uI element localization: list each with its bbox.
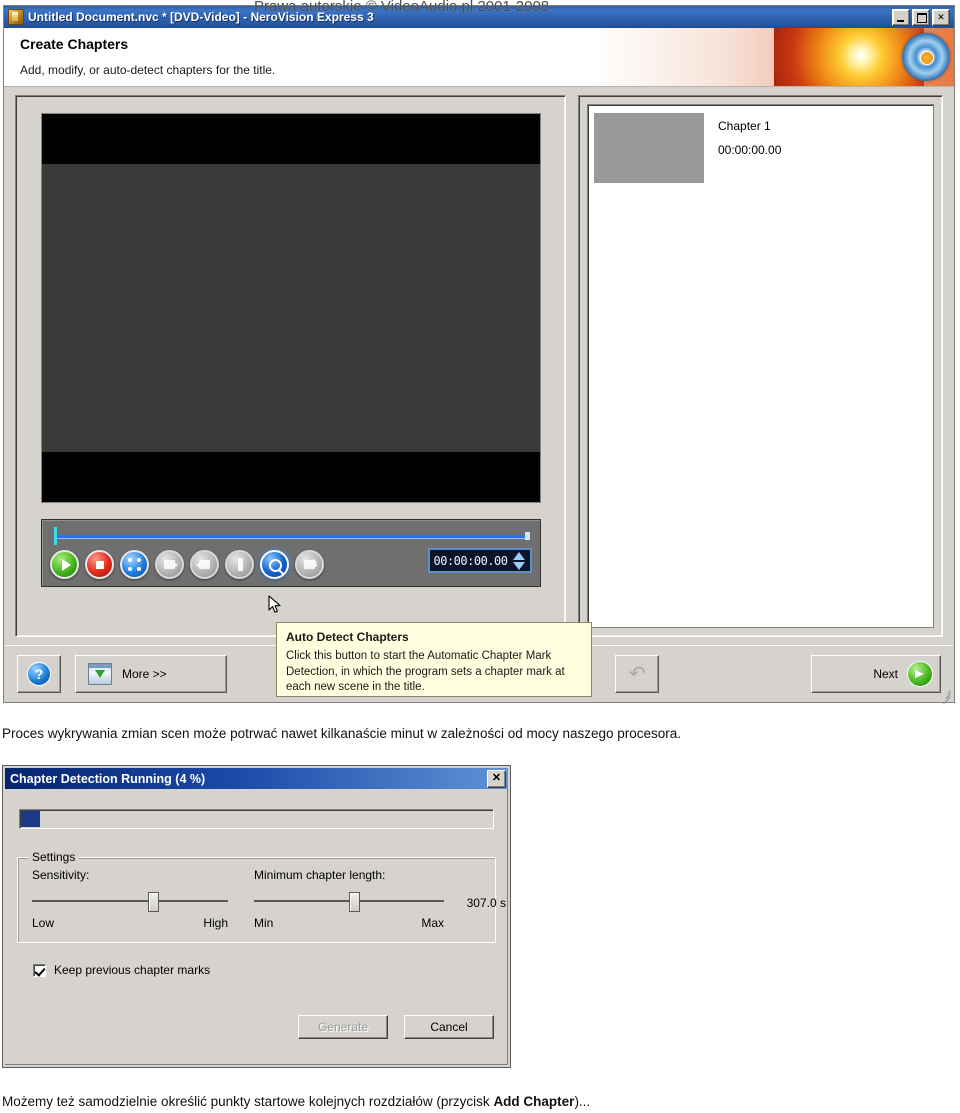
chapter-title: Chapter 1	[718, 119, 771, 133]
chapter-metadata: Chapter 1 00:00:00.00	[718, 113, 781, 157]
next-button[interactable]: Next	[811, 654, 941, 693]
sensitivity-range-labels: Low High	[32, 916, 228, 930]
timecode-value: 00:00:00.00	[433, 553, 508, 568]
sensitivity-label: Sensitivity:	[32, 868, 90, 882]
cancel-button[interactable]: Cancel	[404, 1015, 494, 1039]
timeline-track	[55, 535, 528, 538]
tooltip-title: Auto Detect Chapters	[286, 630, 409, 644]
timeline-end-marker	[524, 532, 530, 540]
letterbox-bottom	[41, 452, 540, 502]
previous-scene-button	[189, 550, 219, 579]
transport-controls-strip: + 00:00:00.00	[40, 519, 541, 587]
stop-button[interactable]	[84, 550, 114, 579]
arrow-right-icon	[908, 661, 932, 686]
set-chapter-mark-button	[224, 550, 254, 579]
sensitivity-min-label: Low	[32, 916, 55, 930]
help-button[interactable]: ?	[17, 654, 61, 693]
min-chapter-length-range-labels: Min Max	[254, 916, 444, 930]
redo-button: ↷	[615, 654, 659, 693]
sensitivity-thumb[interactable]	[147, 892, 159, 912]
application-icon	[8, 9, 24, 25]
chapter-list[interactable]: Chapter 1 00:00:00.00	[587, 104, 934, 628]
sensitivity-track	[32, 900, 228, 902]
min-chapter-length-max-label: Max	[421, 916, 444, 930]
progress-bar-fill	[21, 811, 40, 827]
dialog-body: Settings Sensitivity: Low High Minimum c…	[5, 789, 508, 1065]
generate-button: Generate	[298, 1015, 388, 1039]
add-chapter-button: +	[294, 550, 324, 579]
more-button[interactable]: More >>	[75, 654, 227, 693]
min-chapter-length-slider[interactable]: 307.0 s	[254, 892, 506, 912]
playhead-marker[interactable]	[53, 527, 57, 545]
timecode-spin-arrows-icon[interactable]	[512, 551, 526, 570]
sensitivity-slider[interactable]	[32, 892, 228, 912]
chapter-list-panel: Chapter 1 00:00:00.00	[578, 95, 943, 637]
caption-paragraph-1: Proces wykrywania zmian scen może potrwa…	[2, 726, 682, 741]
dialog-title: Chapter Detection Running (4 %)	[10, 771, 206, 786]
min-chapter-length-label: Minimum chapter length:	[254, 868, 386, 882]
maximize-button[interactable]	[912, 8, 930, 26]
dialog-button-row: Generate Cancel	[298, 1015, 494, 1039]
sensitivity-setting: Sensitivity: Low High	[32, 868, 228, 930]
fullscreen-button[interactable]	[119, 550, 149, 579]
minimize-button[interactable]	[892, 8, 910, 26]
keep-previous-marks-checkbox[interactable]	[33, 963, 46, 977]
auto-detect-chapters-button[interactable]	[259, 550, 289, 579]
min-chapter-length-min-label: Min	[254, 916, 274, 930]
redo-arrow-icon: ↷	[628, 662, 646, 685]
settings-legend: Settings	[28, 850, 80, 864]
tooltip-body: Click this button to start the Automatic…	[286, 650, 565, 694]
resize-grip[interactable]	[939, 688, 951, 705]
header-text-block: Create Chapters Add, modify, or auto-det…	[20, 36, 275, 77]
caption-paragraph-2: Możemy też samodzielnie określić punkty …	[2, 1094, 590, 1109]
progress-bar	[19, 809, 494, 829]
copyright-watermark: Prawa autorskie © VideoAudio.pl 2001-200…	[254, 0, 550, 15]
dialog-titlebar[interactable]: Chapter Detection Running (4 %) ✕	[5, 768, 508, 789]
min-chapter-length-setting: Minimum chapter length: 307.0 s Min Max	[254, 868, 506, 930]
slider-row: Sensitivity: Low High Minimum chapter le…	[32, 868, 506, 930]
page-header: Create Chapters Add, modify, or auto-det…	[4, 28, 954, 87]
next-button-label: Next	[873, 666, 898, 681]
nerovision-main-window: Untitled Document.nvc * [DVD-Video] - Ne…	[3, 5, 955, 705]
auto-detect-tooltip: Auto Detect Chapters Click this button t…	[276, 622, 592, 697]
mouse-cursor-icon	[268, 595, 282, 615]
min-chapter-length-thumb[interactable]	[349, 892, 360, 912]
timeline-scrubber[interactable]	[48, 527, 534, 545]
timecode-spinner[interactable]: 00:00:00.00	[427, 548, 532, 573]
chapter-thumbnail[interactable]	[594, 113, 704, 183]
question-mark-icon: ?	[28, 662, 50, 685]
window-controls: ✕	[892, 8, 952, 26]
keep-previous-marks-row[interactable]: Keep previous chapter marks	[17, 963, 496, 977]
next-scene-button	[154, 550, 184, 579]
window-body: + 00:00:00.00 Chapter 1 00:00:00.00	[5, 87, 953, 645]
caption-2-text-before: Możemy też samodzielnie określić punkty …	[2, 1094, 494, 1109]
page-title: Create Chapters	[20, 36, 129, 52]
transport-button-row: +	[49, 550, 324, 579]
settings-group: Settings Sensitivity: Low High Minimum c…	[17, 850, 506, 943]
preview-panel: + 00:00:00.00	[15, 95, 566, 637]
video-preview[interactable]	[40, 113, 541, 503]
chapter-detection-dialog: Chapter Detection Running (4 %) ✕ Settin…	[3, 766, 510, 1067]
close-button[interactable]: ✕	[932, 8, 950, 26]
more-options-icon	[88, 662, 112, 685]
sensitivity-max-label: High	[203, 916, 228, 930]
page-subtitle: Add, modify, or auto-detect chapters for…	[20, 63, 276, 77]
caption-2-bold-term: Add Chapter	[493, 1094, 575, 1109]
letterbox-top	[41, 114, 540, 164]
min-chapter-length-value: 307.0 s	[466, 896, 506, 910]
nero-banner-art-icon	[774, 28, 954, 86]
video-image-area	[41, 164, 540, 452]
keep-previous-marks-label: Keep previous chapter marks	[54, 963, 211, 977]
chapter-timecode: 00:00:00.00	[718, 143, 782, 157]
dvd-disc-icon	[902, 33, 950, 81]
dialog-close-button[interactable]: ✕	[487, 769, 506, 788]
more-button-label: More >>	[122, 666, 167, 681]
play-button[interactable]	[49, 550, 79, 579]
caption-2-text-after: )...	[574, 1094, 591, 1109]
